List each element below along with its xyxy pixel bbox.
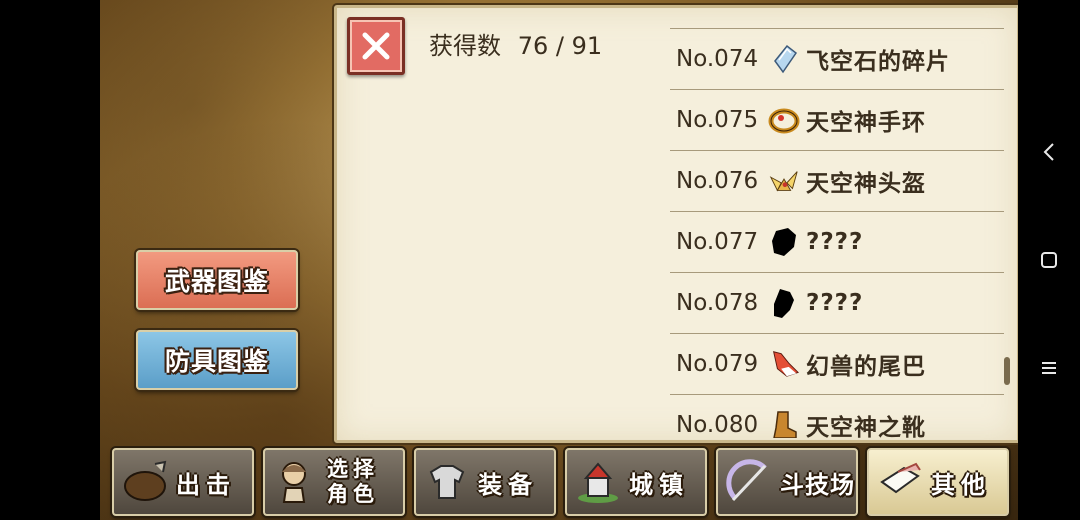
- armor-icon: [422, 457, 472, 507]
- catalog-panel: 获得数 76 / 91 No.074 飞空石的碎片 No.075 天空神手环 N…: [334, 5, 1018, 443]
- item-number: No.074: [676, 46, 759, 72]
- back-icon[interactable]: [1037, 140, 1061, 164]
- item-name: ????: [806, 229, 864, 255]
- home-icon[interactable]: [1037, 248, 1061, 272]
- system-navigation-bar: [1018, 0, 1080, 520]
- armor-catalog-button[interactable]: 防具图鉴: [136, 330, 298, 390]
- list-item[interactable]: No.078 ????: [670, 272, 1004, 333]
- obtained-count-value: 76 / 91: [517, 32, 603, 60]
- tab-town[interactable]: 城镇: [565, 448, 707, 516]
- tab-sortie[interactable]: 出击: [112, 448, 254, 516]
- unknown-silhouette-icon: [768, 225, 800, 259]
- list-item[interactable]: No.076 天空神头盔: [670, 150, 1004, 211]
- tab-label: 城镇: [629, 470, 689, 499]
- item-number: No.079: [676, 351, 759, 377]
- tab-other[interactable]: 其他: [867, 448, 1009, 516]
- item-name: 幻兽的尾巴: [806, 354, 926, 380]
- arena-icon: [724, 457, 774, 507]
- tab-select-character[interactable]: 选择 角色: [263, 448, 405, 516]
- item-name: 飞空石的碎片: [806, 49, 950, 75]
- tab-label: 斗技场: [780, 470, 855, 499]
- tab-label: 出击: [176, 470, 236, 499]
- winged-helmet-icon: [768, 164, 800, 198]
- tab-label: 其他: [931, 470, 991, 499]
- item-number: No.076: [676, 168, 759, 194]
- crystal-shard-icon: [768, 42, 800, 76]
- boots-icon: [768, 408, 800, 438]
- tab-label: 装备: [478, 470, 538, 499]
- item-number: No.078: [676, 290, 759, 316]
- bracelet-icon: [768, 103, 800, 137]
- list-item[interactable]: No.079 幻兽的尾巴: [670, 333, 1004, 394]
- close-icon: [362, 32, 390, 60]
- item-list[interactable]: No.074 飞空石的碎片 No.075 天空神手环 No.076 天空神头盔: [670, 28, 1004, 438]
- menu-icon[interactable]: [1037, 356, 1061, 380]
- item-name: ????: [806, 290, 864, 316]
- tab-equipment[interactable]: 装备: [414, 448, 556, 516]
- sortie-shield-icon: [120, 457, 170, 507]
- tab-arena[interactable]: 斗技场: [716, 448, 858, 516]
- obtained-count: 获得数 76 / 91: [429, 26, 602, 61]
- scroll-icon: [875, 457, 925, 507]
- unknown-silhouette-icon: [768, 286, 800, 320]
- item-number: No.077: [676, 229, 759, 255]
- item-number: No.075: [676, 107, 759, 133]
- item-name: 天空神头盔: [806, 171, 926, 197]
- list-item[interactable]: No.077 ????: [670, 211, 1004, 272]
- list-item[interactable]: No.074 飞空石的碎片: [670, 28, 1004, 89]
- castle-icon: [573, 457, 623, 507]
- bottom-tab-bar: 出击 选择 角色 装备 城镇 斗技场 其他: [108, 446, 1018, 520]
- character-icon: [271, 457, 321, 507]
- weapon-catalog-button[interactable]: 武器图鉴: [136, 250, 298, 310]
- item-name: 天空神手环: [806, 110, 926, 136]
- scrollbar[interactable]: [1004, 357, 1010, 385]
- game-screen: 武器图鉴 防具图鉴 获得数 76 / 91 No.074 飞空石的碎片 No.0…: [100, 0, 1018, 520]
- item-number: No.080: [676, 412, 759, 438]
- item-name: 天空神之靴: [806, 415, 926, 438]
- obtained-count-label: 获得数: [429, 32, 501, 60]
- close-button[interactable]: [347, 17, 405, 75]
- beast-tail-icon: [768, 347, 800, 381]
- tab-label: 选择 角色: [327, 457, 379, 506]
- list-item[interactable]: No.075 天空神手环: [670, 89, 1004, 150]
- list-item[interactable]: No.080 天空神之靴: [670, 394, 1004, 438]
